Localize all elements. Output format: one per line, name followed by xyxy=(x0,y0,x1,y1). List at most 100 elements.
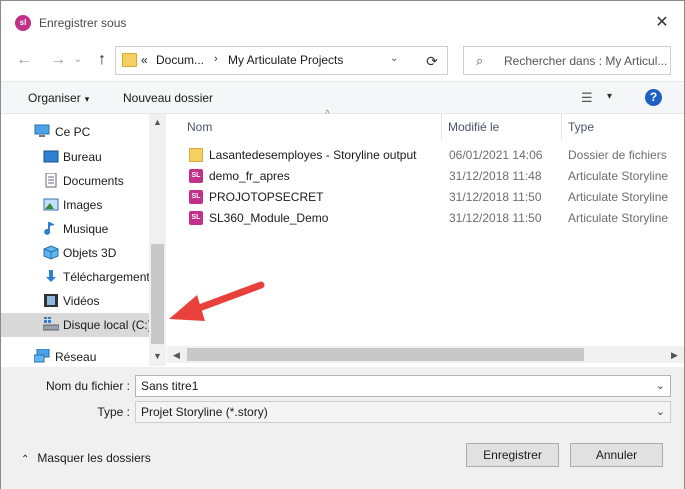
file-modified: 31/12/2018 11:48 xyxy=(449,169,542,183)
navigation-pane: Ce PC Bureau Documents Images Musique Ob… xyxy=(1,114,166,366)
command-toolbar: Organiser ▾ Nouveau dossier ☰ ▾ ? xyxy=(1,81,684,114)
filename-field[interactable]: Sans titre1 ⌄ xyxy=(135,375,671,397)
search-input[interactable]: ⌕ Rechercher dans : My Articul... xyxy=(463,46,671,75)
view-dropdown-chevron-icon[interactable]: ▾ xyxy=(607,91,612,102)
nav-item-label: Objets 3D xyxy=(63,246,117,260)
folder-icon xyxy=(189,148,203,162)
breadcrumb-my-articulate-projects[interactable]: My Articulate Projects xyxy=(228,53,343,67)
file-type-value: Projet Storyline (*.story) xyxy=(141,405,268,419)
nav-item-label: Musique xyxy=(63,222,109,236)
hscroll-thumb[interactable] xyxy=(187,348,584,361)
scroll-down-icon[interactable]: ▼ xyxy=(149,349,166,363)
nav-item-disque-local[interactable]: Disque local (C:) xyxy=(1,313,152,337)
refresh-button[interactable]: ⟳ xyxy=(421,51,443,71)
file-row-storyline[interactable]: SL SL360_Module_Demo 31/12/2018 11:50 Ar… xyxy=(167,208,684,229)
nav-item-telechargements[interactable]: Téléchargements xyxy=(1,265,156,289)
nav-item-label: Téléchargements xyxy=(63,270,156,284)
back-button[interactable]: ← xyxy=(13,49,35,71)
column-divider[interactable] xyxy=(561,114,562,140)
computer-icon xyxy=(34,124,50,137)
save-form-area: Nom du fichier : Sans titre1 ⌄ Type : Pr… xyxy=(1,367,684,489)
storyline-file-icon: SL xyxy=(189,211,203,225)
storyline-app-icon: sl xyxy=(15,15,31,31)
chevron-down-icon[interactable]: ⌄ xyxy=(656,379,665,392)
file-modified: 31/12/2018 11:50 xyxy=(449,211,542,225)
file-type-select[interactable]: Projet Storyline (*.story) ⌄ xyxy=(135,401,671,423)
save-as-dialog: sl Enregistrer sous ✕ ← → ⌄ ↑ « Docum...… xyxy=(0,0,685,489)
chevron-up-icon: ⌃ xyxy=(21,454,30,465)
folder-icon xyxy=(122,53,137,67)
nav-item-objets-3d[interactable]: Objets 3D xyxy=(1,241,149,265)
file-name: demo_fr_apres xyxy=(209,169,290,183)
file-row-folder[interactable]: Lasantedesemployes - Storyline output 06… xyxy=(167,145,684,166)
file-type: Dossier de fichiers xyxy=(568,148,667,162)
file-modified: 31/12/2018 11:50 xyxy=(449,190,542,204)
documents-icon xyxy=(45,173,57,188)
nav-item-label: Images xyxy=(63,198,103,212)
chevron-down-icon: ▾ xyxy=(84,94,90,104)
help-icon[interactable]: ? xyxy=(645,89,662,106)
storyline-file-icon: SL xyxy=(189,169,203,183)
address-history-chevron-icon[interactable]: ⌄ xyxy=(390,53,398,64)
scroll-up-icon[interactable]: ▲ xyxy=(149,115,166,129)
hide-folders-toggle[interactable]: ⌃ Masquer les dossiers xyxy=(21,451,151,465)
objects3d-icon xyxy=(43,245,59,260)
nav-item-documents[interactable]: Documents xyxy=(1,169,149,193)
organize-menu-button[interactable]: Organiser ▾ xyxy=(28,91,89,105)
file-type: Articulate Storyline xyxy=(568,190,669,204)
filename-value: Sans titre1 xyxy=(141,379,199,393)
videos-icon xyxy=(44,294,58,307)
column-divider[interactable] xyxy=(441,114,442,140)
forward-button[interactable]: → xyxy=(47,49,69,71)
drive-icon xyxy=(43,317,59,331)
type-label: Type : xyxy=(97,405,130,419)
breadcrumb-overflow[interactable]: « xyxy=(141,53,148,67)
nav-item-ce-pc[interactable]: Ce PC xyxy=(1,120,149,144)
up-folder-button[interactable]: ↑ xyxy=(91,49,113,71)
file-list-hscrollbar[interactable]: ◀ ▶ xyxy=(167,346,684,363)
column-header-type[interactable]: Type xyxy=(568,114,678,140)
new-folder-button[interactable]: Nouveau dossier xyxy=(123,91,213,105)
file-row-storyline[interactable]: SL PROJOTOPSECRET 31/12/2018 11:50 Artic… xyxy=(167,187,684,208)
nav-item-label: Réseau xyxy=(55,350,97,364)
cancel-button[interactable]: Annuler xyxy=(570,443,663,467)
filename-label: Nom du fichier : xyxy=(45,379,130,393)
desktop-icon xyxy=(43,150,59,163)
file-name: Lasantedesemployes - Storyline output xyxy=(209,148,417,162)
column-header-name[interactable]: Nom ^ xyxy=(187,109,441,140)
nav-item-label: Ce PC xyxy=(55,125,91,139)
breadcrumb-separator-icon[interactable]: › xyxy=(214,53,218,65)
save-button[interactable]: Enregistrer xyxy=(466,443,559,467)
file-row-storyline[interactable]: SL demo_fr_apres 31/12/2018 11:48 Articu… xyxy=(167,166,684,187)
search-icon: ⌕ xyxy=(476,53,484,68)
view-options-icon[interactable]: ☰ xyxy=(581,90,593,106)
nav-item-musique[interactable]: Musique xyxy=(1,217,149,241)
nav-item-reseau[interactable]: Réseau xyxy=(1,345,149,369)
nav-item-label: Disque local (C:) xyxy=(63,318,152,332)
scroll-left-icon[interactable]: ◀ xyxy=(168,348,185,362)
file-type: Articulate Storyline xyxy=(568,211,669,225)
column-header-modified[interactable]: Modifié le xyxy=(448,114,560,140)
nav-item-label: Bureau xyxy=(63,150,102,164)
close-button[interactable]: ✕ xyxy=(647,11,677,35)
annotation-arrow-icon xyxy=(169,281,265,321)
network-icon xyxy=(34,349,50,363)
recent-locations-dropdown[interactable]: ⌄ xyxy=(72,49,84,71)
organize-label: Organiser xyxy=(28,91,81,105)
nav-item-bureau[interactable]: Bureau xyxy=(1,145,149,169)
column-header-name-label: Nom xyxy=(187,120,213,134)
search-placeholder: Rechercher dans : My Articul... xyxy=(504,54,668,68)
storyline-file-icon: SL xyxy=(189,190,203,204)
nav-item-label: Documents xyxy=(63,174,124,188)
scroll-right-icon[interactable]: ▶ xyxy=(666,348,683,362)
downloads-icon xyxy=(46,270,56,282)
nav-item-label: Vidéos xyxy=(63,294,100,308)
nav-item-videos[interactable]: Vidéos xyxy=(1,289,149,313)
file-name: SL360_Module_Demo xyxy=(209,211,329,225)
title-bar: sl Enregistrer sous ✕ xyxy=(1,1,684,43)
chevron-down-icon: ⌄ xyxy=(655,406,665,418)
nav-item-images[interactable]: Images xyxy=(1,193,149,217)
breadcrumb-documents[interactable]: Docum... xyxy=(156,53,204,67)
address-bar[interactable]: « Docum... › My Articulate Projects ⌄ xyxy=(115,46,448,75)
file-name: PROJOTOPSECRET xyxy=(209,190,324,204)
